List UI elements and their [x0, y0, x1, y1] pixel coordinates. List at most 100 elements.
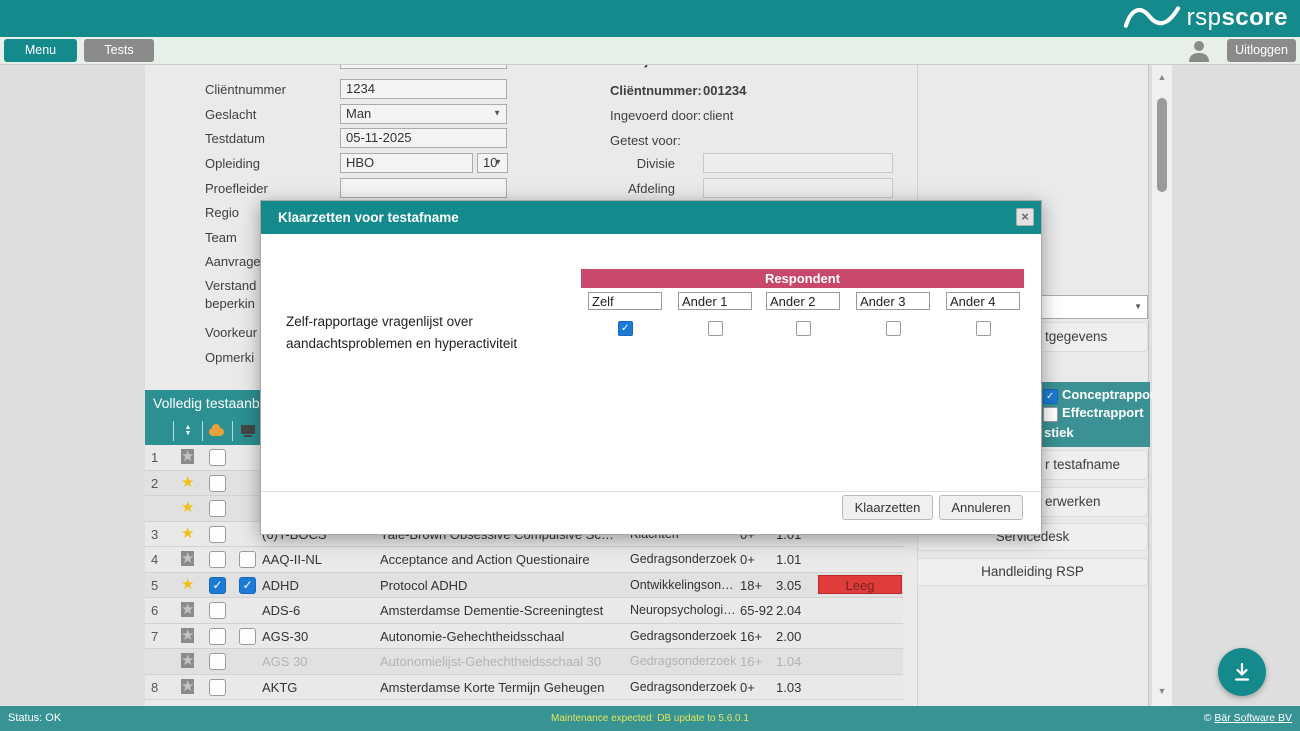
test-category: Gedragsonderzoek	[630, 675, 738, 700]
confirm-button[interactable]: Klaarzetten	[842, 495, 933, 520]
web-test-checkbox[interactable]	[209, 551, 226, 568]
test-row-ags-30[interactable]: 7★AGS-30Autonomie-GehechtheidsschaalGedr…	[145, 624, 903, 650]
top-bar: rspscore	[0, 0, 1300, 37]
sidebar-button-handleiding-rsp[interactable]: Handleiding RSP	[917, 558, 1148, 586]
test-description-line1: Zelf-rapportage vragenlijst over	[286, 314, 473, 329]
web-test-checkbox[interactable]	[209, 526, 226, 543]
field-input-cli-ntnummer[interactable]: 1234	[340, 79, 507, 99]
sort-icon[interactable]: ▲▼	[182, 425, 194, 437]
scrollbar-thumb[interactable]	[1157, 98, 1167, 192]
test-row-aaq-ii-nl[interactable]: 4★AAQ-II-NLAcceptance and Action Questio…	[145, 547, 903, 573]
dialog-divider	[261, 491, 1041, 492]
favorite-star-icon[interactable]: ★	[181, 551, 194, 566]
test-code: AAQ-II-NL	[262, 547, 374, 572]
scroll-down-icon[interactable]: ▼	[1152, 686, 1172, 696]
scroll-up-icon[interactable]: ▲	[1152, 72, 1172, 82]
favorite-star-icon[interactable]: ★	[181, 653, 194, 668]
tests-button[interactable]: Tests	[84, 39, 154, 62]
respondent-checkbox-ander-3[interactable]	[886, 321, 901, 336]
favorite-star-icon[interactable]: ★	[181, 526, 194, 541]
field-label-cli-ntnummer: Cliëntnummer	[205, 82, 286, 97]
close-icon[interactable]: ×	[1016, 208, 1034, 226]
respondent-checkbox-ander-2[interactable]	[796, 321, 811, 336]
respondent-checkbox-ander-4[interactable]	[976, 321, 991, 336]
effectrapport-checkbox[interactable]	[1043, 407, 1058, 422]
effectrapport-label: Effectrapport	[1062, 405, 1144, 420]
department-input[interactable]	[703, 178, 893, 198]
test-category: Gedragsonderzoek	[630, 547, 738, 572]
web-test-checkbox[interactable]	[209, 475, 226, 492]
favorite-star-icon[interactable]: ★	[181, 475, 194, 490]
field-label-verstand: Verstand	[205, 278, 256, 293]
test-code: AGS-30	[262, 624, 374, 649]
test-name: Acceptance and Action Questionaire	[380, 547, 625, 572]
logout-button[interactable]: Uitloggen	[1227, 39, 1296, 62]
field-input-opleiding[interactable]: HBO	[340, 153, 473, 173]
field-input-proefleider[interactable]	[340, 178, 507, 198]
row-number: 1	[151, 445, 171, 470]
test-version: 1.01	[776, 547, 814, 572]
web-test-checkbox[interactable]	[209, 449, 226, 466]
local-test-checkbox[interactable]	[239, 628, 256, 645]
favorite-star-icon[interactable]: ★	[181, 500, 194, 515]
download-button[interactable]	[1218, 648, 1266, 696]
conceptrapport-checkbox[interactable]	[1043, 389, 1058, 404]
copyright-link[interactable]: Bär Software BV	[1214, 712, 1292, 724]
test-code: AKTG	[262, 675, 374, 700]
test-row-adhd[interactable]: 5★ADHDProtocol ADHDOntwikkelingsonde…18+…	[145, 573, 903, 599]
test-row-ads-6[interactable]: 6★ADS-6Amsterdamse Dementie-Screeningtes…	[145, 598, 903, 624]
favorite-star-icon[interactable]: ★	[181, 449, 194, 464]
field-label-team: Team	[205, 230, 237, 245]
respondent-checkbox-ander-1[interactable]	[708, 321, 723, 336]
web-test-checkbox[interactable]	[209, 500, 226, 517]
menu-button[interactable]: Menu	[4, 39, 77, 62]
field-input-testdatum[interactable]: 05-11-2025	[340, 128, 507, 148]
test-version: 3.05	[776, 573, 814, 598]
respondent-input-ander-1[interactable]	[678, 292, 752, 310]
cancel-button[interactable]: Annuleren	[939, 495, 1023, 520]
local-test-checkbox[interactable]	[239, 551, 256, 568]
respondent-checkbox-zelf[interactable]	[618, 321, 633, 336]
test-age-range: 65-92	[740, 598, 774, 623]
entered-by-value: client	[703, 108, 733, 123]
respondent-input-zelf[interactable]	[588, 292, 662, 310]
field-label-voorkeur: Voorkeur	[205, 325, 257, 340]
cloud-icon	[209, 428, 224, 436]
clientnumber-value: 001234	[703, 83, 746, 98]
field-label-opmerki: Opmerki	[205, 350, 254, 365]
wave-icon	[1123, 3, 1181, 33]
conceptrapport-label: Conceptrapport	[1062, 387, 1160, 402]
respondent-input-ander-3[interactable]	[856, 292, 930, 310]
test-row-aktg[interactable]: 8★AKTGAmsterdamse Korte Termijn Geheugen…	[145, 675, 903, 701]
local-test-checkbox[interactable]	[239, 577, 256, 594]
field-select-opleiding-extra[interactable]: 10▼	[477, 153, 508, 173]
copyright: © Bär Software BV	[1204, 706, 1292, 731]
test-code: ADS-6	[262, 598, 374, 623]
test-code: ADHD	[262, 573, 374, 598]
favorite-star-icon[interactable]: ★	[181, 679, 194, 694]
field-label-geslacht: Geslacht	[205, 107, 256, 122]
test-category: Ontwikkelingsonde…	[630, 573, 738, 598]
test-name: Protocol ADHD	[380, 573, 625, 598]
web-test-checkbox[interactable]	[209, 602, 226, 619]
favorite-star-icon[interactable]: ★	[181, 602, 194, 617]
user-icon[interactable]	[1186, 39, 1212, 67]
test-version: 1.03	[776, 675, 814, 700]
web-test-checkbox[interactable]	[209, 679, 226, 696]
chevron-down-icon: ▼	[494, 153, 502, 171]
field-select-geslacht[interactable]: Man▼	[340, 104, 507, 124]
dialog-header: Klaarzetten voor testafname ×	[261, 201, 1041, 234]
test-category: Gedragsonderzoek	[630, 649, 738, 674]
respondent-input-ander-2[interactable]	[766, 292, 840, 310]
respondent-input-ander-4[interactable]	[946, 292, 1020, 310]
test-row-ags-30[interactable]: ★AGS 30Autonomielijst-Gehechtheidsschaal…	[145, 649, 903, 675]
web-test-checkbox[interactable]	[209, 577, 226, 594]
logo-text-score: score	[1221, 4, 1288, 31]
web-test-checkbox[interactable]	[209, 653, 226, 670]
web-test-checkbox[interactable]	[209, 628, 226, 645]
test-description-line2: aandachtsproblemen en hyperactiviteit	[286, 336, 517, 351]
favorite-star-icon[interactable]: ★	[181, 628, 194, 643]
statistics-label-fragment: stiek	[1044, 425, 1074, 440]
division-input[interactable]	[703, 153, 893, 173]
favorite-star-icon[interactable]: ★	[181, 577, 194, 592]
